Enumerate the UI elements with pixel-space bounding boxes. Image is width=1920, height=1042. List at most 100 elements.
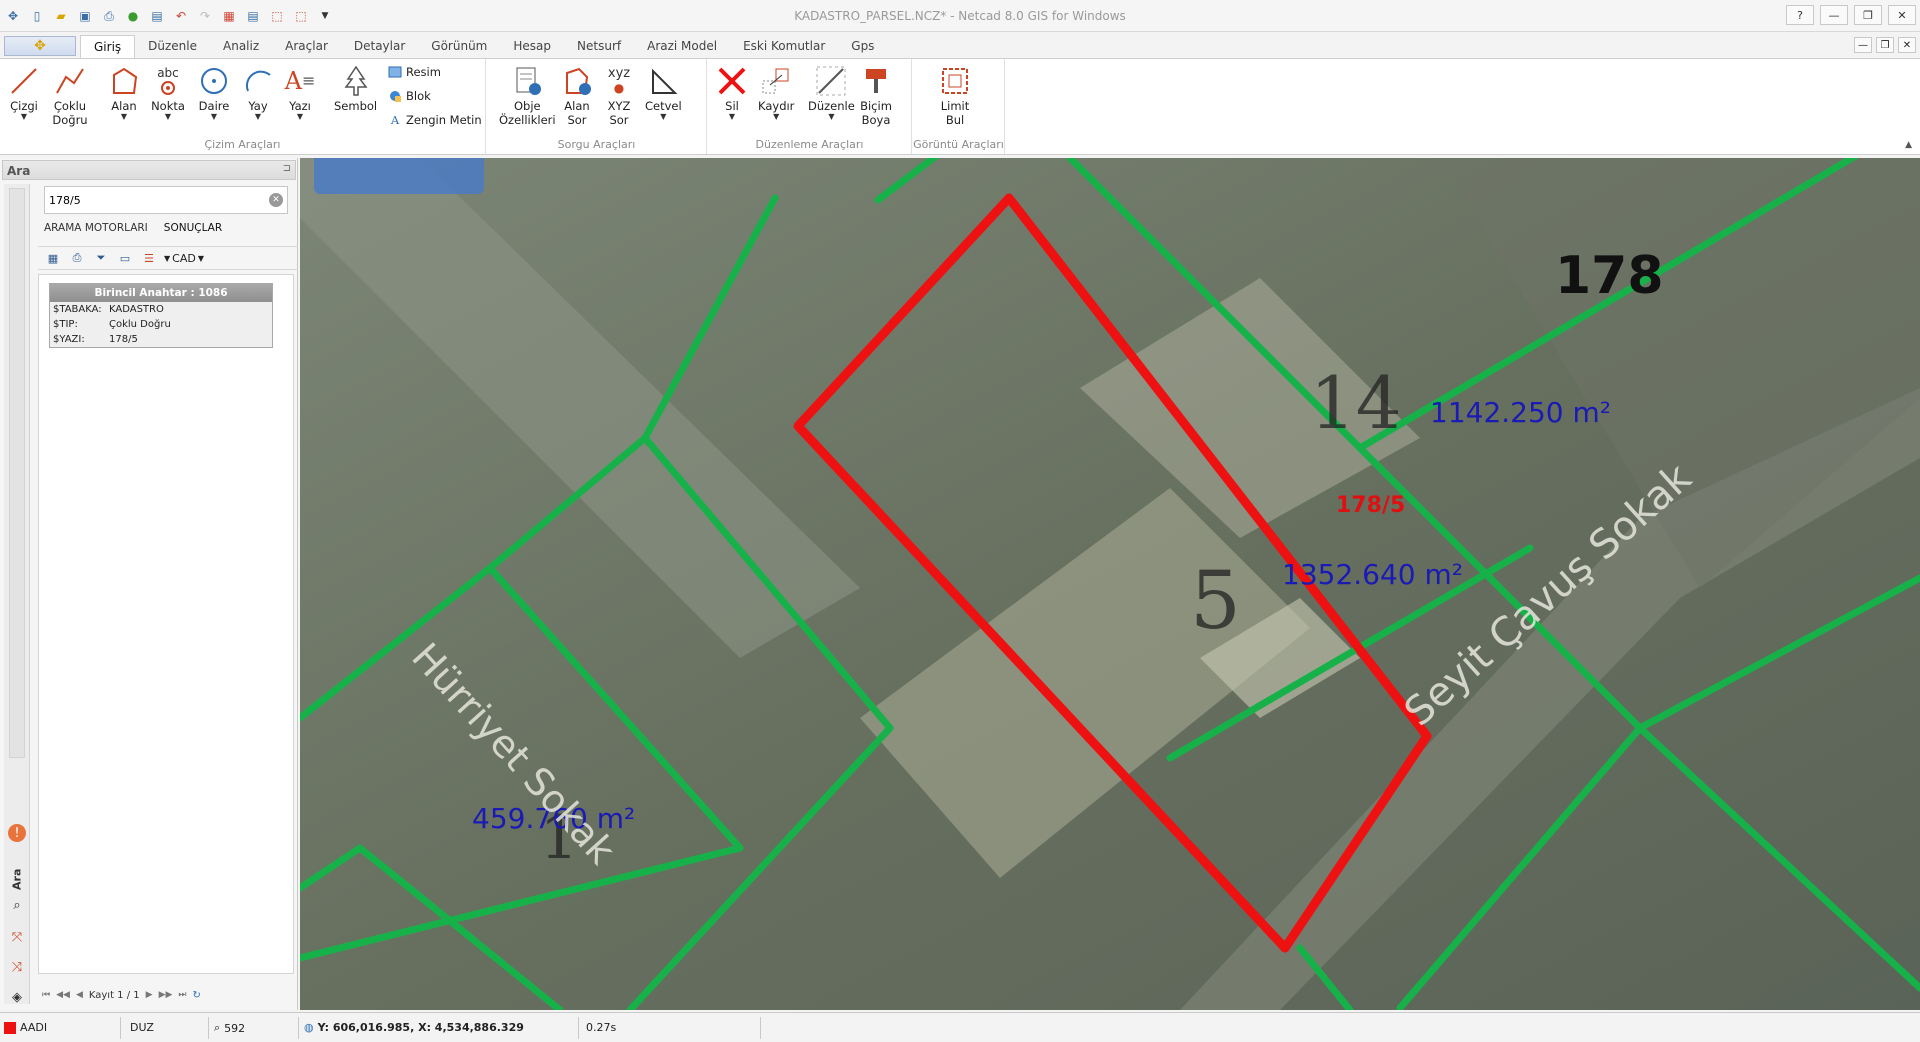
snap-icon[interactable]: ⤧ <box>8 928 26 946</box>
dropdown-arrow-icon: ▼ <box>828 112 835 121</box>
alan-sor-label2: Sor <box>567 113 587 127</box>
resim-button[interactable]: Resim <box>388 65 441 79</box>
refresh-icon[interactable]: ↻ <box>193 990 201 1001</box>
search-icon[interactable]: ⌕ <box>8 896 26 914</box>
clear-search-icon[interactable]: ✕ <box>269 193 283 207</box>
doc-close-button[interactable]: ✕ <box>1898 37 1916 53</box>
row-value: KADASTRO <box>109 304 164 315</box>
zengin-label: Zengin Metin <box>406 113 482 127</box>
collapse-ribbon-icon[interactable]: ▲ <box>1905 140 1912 150</box>
result-row: $YAZI: 178/5 <box>50 332 272 347</box>
layer-color-swatch <box>4 1021 16 1034</box>
info-icon[interactable]: ! <box>8 824 26 842</box>
prev-record-icon[interactable]: ◀ <box>76 990 83 1000</box>
result-row: $TIP: Çoklu Doğru <box>50 317 272 332</box>
sembol-button[interactable]: Sembol <box>334 63 377 113</box>
dropdown-arrow-icon: ▼ <box>120 112 128 121</box>
filter-icon[interactable]: ⏷ <box>92 250 110 266</box>
yazi-label: Yazı <box>289 99 311 113</box>
format-painter-icon <box>858 63 894 99</box>
panel-header: Ara ⊐ <box>2 160 296 180</box>
title-bar: ✥ ▯ ▰ ▣ ⎙ ● ▤ ↶ ↷ ▦ ▤ ⬚ ⬚ ▼ KADASTRO_PAR… <box>0 0 1920 32</box>
zoom-extents-icon <box>937 63 973 99</box>
kaydir-button[interactable]: Kaydır ▼ <box>758 63 794 121</box>
layers-icon[interactable]: ◈ <box>8 988 26 1006</box>
search-input[interactable] <box>49 192 259 208</box>
last-record-icon[interactable]: ⏭ <box>178 990 186 1000</box>
zoom-status[interactable]: ⌕ 592 <box>214 1021 245 1035</box>
bicim-boya-button[interactable]: Biçim Boya <box>858 63 894 127</box>
cad-dropdown[interactable]: ▼ CAD ▼ <box>164 252 204 265</box>
close-button[interactable]: ✕ <box>1888 5 1916 25</box>
blok-button[interactable]: Blok <box>388 89 431 103</box>
daire-button[interactable]: Daire ▼ <box>196 63 232 121</box>
tab-analiz[interactable]: Analiz <box>210 35 272 58</box>
zengin-metin-button[interactable]: A Zengin Metin <box>388 113 482 127</box>
nokta-button[interactable]: abc Nokta ▼ <box>150 63 186 121</box>
cetvel-button[interactable]: Cetvel ▼ <box>645 63 682 121</box>
doc-restore-button[interactable]: ❐ <box>1876 37 1894 53</box>
restore-button[interactable]: ❐ <box>1854 5 1882 25</box>
help-button[interactable]: ? <box>1786 5 1814 25</box>
obje-ozellikleri-button[interactable]: Obje Özellikleri <box>499 63 556 127</box>
tab-netsurf[interactable]: Netsurf <box>564 35 634 58</box>
table-icon[interactable]: ▦ <box>44 250 62 266</box>
minimize-button[interactable]: — <box>1820 5 1848 25</box>
tab-sonuclar[interactable]: SONUÇLAR <box>164 222 222 234</box>
strip-scrollbar[interactable] <box>9 188 25 758</box>
trace-icon[interactable]: ⤨ <box>8 958 26 976</box>
alan-button[interactable]: Alan ▼ <box>106 63 142 121</box>
dropdown-arrow-icon: ▼ <box>296 112 304 121</box>
daire-label: Daire <box>198 99 230 113</box>
doc-minimize-button[interactable]: — <box>1854 37 1872 53</box>
xyz-sor-button[interactable]: xyz ● XYZ Sor <box>601 63 637 128</box>
tab-arama-motorlari[interactable]: ARAMA MOTORLARI <box>44 222 148 234</box>
yay-label: Yay <box>248 99 268 113</box>
application-menu-button[interactable]: ✥ <box>4 36 76 56</box>
status-bar: AADI DUZ ⌕ 592 ◍ Y: 606,016.985, X: 4,53… <box>0 1012 1920 1042</box>
tab-arazi-model[interactable]: Arazi Model <box>634 35 730 58</box>
limit-label: Limit <box>940 99 970 113</box>
print-icon[interactable]: ⎙ <box>68 250 86 266</box>
tab-detaylar[interactable]: Detaylar <box>341 35 418 58</box>
boya-label: Boya <box>861 113 891 127</box>
tab-gorunum[interactable]: Görünüm <box>418 35 500 58</box>
limit-bul-button[interactable]: Limit Bul <box>937 63 973 127</box>
tab-hesap[interactable]: Hesap <box>500 35 564 58</box>
ribbon-tab-bar: ✥ Giriş Düzenle Analiz Araçlar Detaylar … <box>0 33 1920 58</box>
prev-page-icon[interactable]: ◀◀ <box>56 990 70 1000</box>
zoom-icon: ⌕ <box>214 1021 221 1034</box>
row-value: Çoklu Doğru <box>109 319 171 330</box>
tab-eski-komutlar[interactable]: Eski Komutlar <box>730 35 838 58</box>
window-controls: ? — ❐ ✕ <box>1786 5 1916 25</box>
mode-status[interactable]: DUZ <box>130 1021 154 1034</box>
group-label-goruntu: Görüntü Araçları <box>913 138 1004 151</box>
pin-icon[interactable]: ⊐ <box>283 163 291 174</box>
tab-araclar[interactable]: Araçlar <box>272 35 341 58</box>
zoom-value: 592 <box>224 1021 246 1035</box>
vertical-tab-ara[interactable]: Ara <box>8 864 26 894</box>
tab-gps[interactable]: Gps <box>838 35 887 58</box>
monitor-icon[interactable]: ▭ <box>116 250 134 266</box>
result-card[interactable]: Birincil Anahtar : 1086 $TABAKA: KADASTRO… <box>49 283 273 348</box>
yay-button[interactable]: Yay ▼ <box>240 63 276 121</box>
list-icon[interactable]: ☰ <box>140 250 158 266</box>
first-record-icon[interactable]: ⏮ <box>42 990 50 1000</box>
group-duzenleme: Sil ▼ Kaydır ▼ Düzenle ▼ Biçim Boya Düze… <box>708 59 912 154</box>
sil-button[interactable]: Sil ▼ <box>714 63 750 121</box>
next-page-icon[interactable]: ▶▶ <box>159 990 173 1000</box>
tree-symbol-icon <box>338 63 374 99</box>
group-label-cizim: Çizim Araçları <box>204 138 281 151</box>
yazi-button[interactable]: A ≡ Yazı ▼ <box>282 63 318 121</box>
coklu-dogru-button[interactable]: Çoklu Doğru <box>52 63 88 127</box>
map-canvas[interactable]: 178 14 5 1 1142.250 m² 1352.640 m² 459.7… <box>300 158 1920 1010</box>
cizgi-button[interactable]: Çizgi ▼ <box>6 63 42 121</box>
tab-duzenle[interactable]: Düzenle <box>135 35 210 58</box>
next-record-icon[interactable]: ▶ <box>146 990 153 1000</box>
layer-name: AADI <box>20 1021 48 1034</box>
tab-giris[interactable]: Giriş <box>80 35 136 58</box>
duzenle-button[interactable]: Düzenle ▼ <box>808 63 855 121</box>
layer-status[interactable]: AADI <box>4 1021 47 1034</box>
alan-sor-button[interactable]: Alan Sor <box>559 63 595 127</box>
polygon-icon <box>106 63 142 99</box>
